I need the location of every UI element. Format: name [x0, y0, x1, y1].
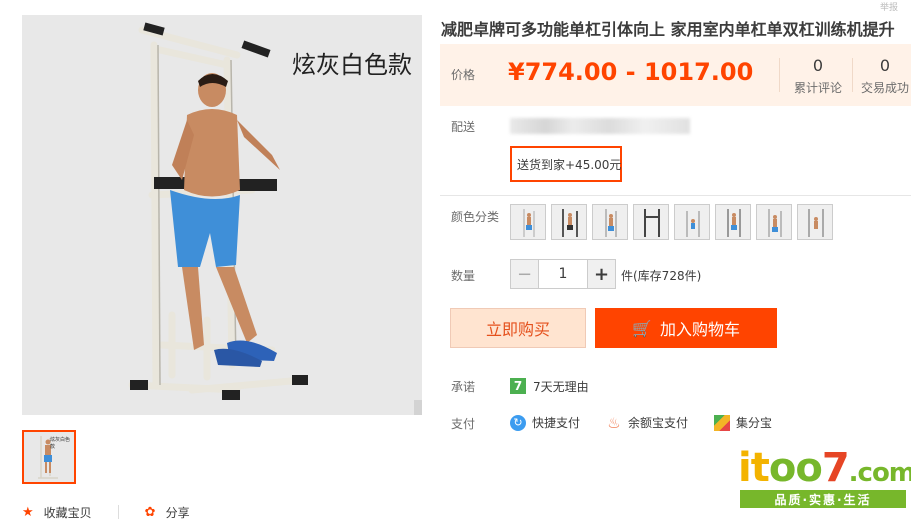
- color-swatch[interactable]: [551, 204, 587, 240]
- divider: [779, 58, 780, 92]
- add-to-cart-button[interactable]: 🛒 加入购物车: [595, 308, 777, 348]
- payment-method[interactable]: 集分宝: [736, 414, 772, 431]
- sales-count[interactable]: 0 交易成功: [860, 56, 910, 96]
- quick-pay-icon: ↻: [510, 414, 526, 431]
- increase-button[interactable]: +: [587, 260, 615, 288]
- quantity-input[interactable]: [539, 260, 587, 288]
- color-swatch[interactable]: [797, 204, 833, 240]
- color-swatch[interactable]: [715, 204, 751, 240]
- color-swatch[interactable]: [756, 204, 792, 240]
- payment-method[interactable]: 余额宝支付: [628, 414, 688, 431]
- price-label: 价格: [451, 68, 476, 82]
- thumbnail-caption: 炫灰白色款: [50, 437, 71, 450]
- shipping-label: 配送: [451, 120, 476, 134]
- jifenbao-icon: [714, 414, 731, 431]
- share-button[interactable]: 分享: [166, 504, 190, 519]
- color-swatch-list: [510, 204, 833, 240]
- section-divider: [440, 195, 911, 196]
- review-count-number: 0: [812, 56, 824, 75]
- color-swatch[interactable]: [592, 204, 628, 240]
- seven-day-return-icon: 7: [510, 378, 526, 394]
- favorite-share-row: ★ 收藏宝贝 ✿ 分享: [22, 504, 322, 519]
- price-value: ¥774.00 - 1017.00: [508, 58, 754, 86]
- review-count-label: 累计评论: [793, 81, 842, 95]
- payment-label: 支付: [451, 417, 476, 431]
- watermark-slogan: 品质·实惠·生活: [740, 490, 906, 508]
- quantity-label: 数量: [451, 269, 476, 283]
- add-to-cart-label: 加入购物车: [659, 320, 740, 339]
- color-swatch[interactable]: [510, 204, 546, 240]
- magnifier-icon[interactable]: ⌕: [414, 400, 422, 415]
- image-caption: 炫灰白色款: [292, 51, 412, 79]
- color-label: 颜色分类: [451, 210, 500, 224]
- star-icon[interactable]: ★: [22, 505, 34, 519]
- color-swatch[interactable]: [633, 204, 669, 240]
- thumbnail-1[interactable]: 炫灰白色款: [22, 430, 76, 484]
- sales-count-number: 0: [879, 56, 891, 75]
- quantity-stepper: − +: [510, 259, 616, 289]
- review-count[interactable]: 0 累计评论: [793, 56, 843, 96]
- share-icon[interactable]: ✿: [145, 505, 156, 519]
- payment-methods: ↻ 快捷支付 ♨ 余额宝支付 集分宝: [510, 413, 772, 432]
- divider: [117, 505, 119, 519]
- favorite-button[interactable]: 收藏宝贝: [44, 504, 92, 519]
- watermark-wordmark: itoo7.com: [738, 445, 911, 491]
- divider: [852, 58, 853, 92]
- buy-now-button[interactable]: 立即购买: [450, 308, 586, 348]
- color-swatch[interactable]: [674, 204, 710, 240]
- main-product-image[interactable]: 炫灰白色款 ⌕: [22, 15, 422, 415]
- yuebao-icon: ♨: [607, 413, 621, 432]
- stock-text: 件(库存728件): [621, 269, 702, 283]
- cart-icon: 🛒: [632, 318, 652, 338]
- price-panel: 价格 ¥774.00 - 1017.00 0 累计评论 0 交易成功: [440, 44, 911, 106]
- payment-method[interactable]: 快捷支付: [532, 414, 580, 431]
- report-link[interactable]: 举报: [880, 0, 898, 13]
- decrease-button[interactable]: −: [511, 260, 539, 288]
- shipping-option[interactable]: 送货到家+45.00元: [510, 146, 622, 182]
- site-watermark-logo: itoo7.com 品质·实惠·生活: [738, 445, 911, 508]
- shipping-destination-redacted: [510, 118, 690, 134]
- promise-label: 承诺: [451, 380, 476, 394]
- promise-text[interactable]: 7天无理由: [533, 378, 589, 395]
- product-title: 减肥卓牌可多功能单杠引体向上 家用室内单杠单双杠训练机提升: [441, 20, 895, 39]
- sales-count-label: 交易成功: [860, 81, 909, 95]
